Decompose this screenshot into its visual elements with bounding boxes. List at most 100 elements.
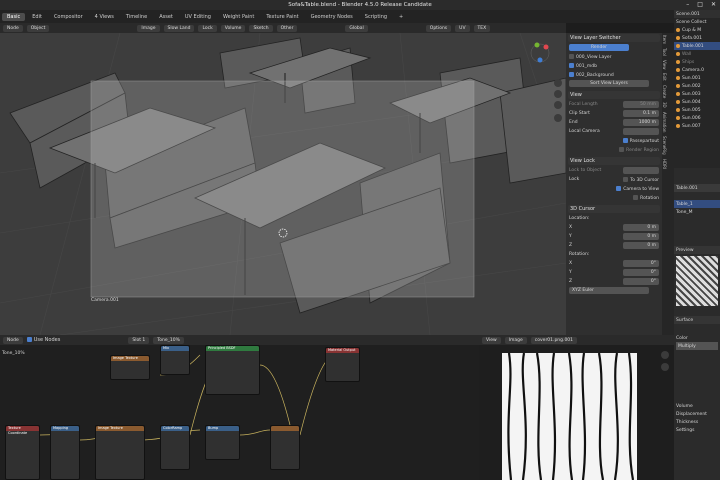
node-editor[interactable]: Tone_10% Texture Coordinate Mapping Imag…: [0, 345, 479, 480]
rotation-lock-checkbox[interactable]: Rotation: [633, 194, 659, 201]
list-item[interactable]: Sun.004: [674, 98, 720, 106]
to-3d-cursor-checkbox[interactable]: To 3D Cursor: [623, 176, 659, 183]
tab-animation[interactable]: Animation: [662, 110, 667, 134]
tab-item[interactable]: Item: [662, 33, 667, 46]
volume-panel-title[interactable]: Volume: [674, 402, 720, 410]
scene-selector[interactable]: Scene.001: [674, 10, 720, 18]
list-item[interactable]: Table.001: [674, 42, 720, 50]
tab-view[interactable]: View: [662, 58, 667, 72]
maximize-icon[interactable]: □: [697, 0, 703, 10]
slot-select[interactable]: Slot 1: [128, 336, 150, 344]
clip-start-field[interactable]: 0.1 m: [623, 110, 659, 117]
surface-panel-title[interactable]: Surface: [674, 316, 720, 324]
list-item[interactable]: Sofa.001: [674, 34, 720, 42]
list-item[interactable]: Wall: [674, 50, 720, 58]
header-node-menu[interactable]: Node: [3, 24, 23, 32]
node-image-texture[interactable]: Image Texture: [95, 425, 145, 480]
tab-hdri[interactable]: HDRI: [662, 157, 667, 171]
minimize-icon[interactable]: –: [686, 0, 689, 10]
layer-row[interactable]: 000_View Layer: [566, 52, 662, 61]
node-menu[interactable]: Node: [3, 336, 23, 344]
list-item[interactable]: Cup & M: [674, 26, 720, 34]
viewport-other-button[interactable]: Other: [276, 24, 298, 32]
blend-mode-select[interactable]: Multiply: [676, 342, 718, 350]
passepartout-checkbox[interactable]: Passepartout: [622, 137, 659, 144]
viewport-image-button[interactable]: Image: [137, 24, 160, 32]
viewport-slowland-button[interactable]: Slow Land: [163, 24, 195, 32]
add-workspace-button[interactable]: +: [394, 13, 408, 21]
layer-row[interactable]: 002_Background: [566, 70, 662, 79]
lock-object-field[interactable]: [623, 167, 659, 174]
render-region-checkbox[interactable]: Render Region: [619, 146, 659, 153]
clip-end-field[interactable]: 1000 m: [623, 119, 659, 126]
list-item[interactable]: Scene Collect: [674, 18, 720, 26]
node-colorramp[interactable]: ColorRamp: [160, 425, 190, 470]
transform-orientation-select[interactable]: Global: [345, 24, 368, 32]
rotation-mode-select[interactable]: XYZ Euler: [569, 287, 649, 294]
cursor-loc-y[interactable]: 0 m: [623, 233, 659, 240]
uv-button[interactable]: UV: [455, 24, 470, 32]
render-button[interactable]: Render: [569, 44, 629, 51]
material-select[interactable]: Tone_10%: [153, 336, 184, 344]
cursor-rot-x[interactable]: 0°: [623, 260, 659, 267]
list-item[interactable]: Ships: [674, 58, 720, 66]
node-mapping[interactable]: Mapping: [50, 425, 80, 480]
node-texture-coordinate[interactable]: Texture Coordinate: [5, 425, 40, 480]
cursor-rot-y[interactable]: 0°: [623, 269, 659, 276]
node-image-texture[interactable]: Image Texture: [110, 355, 150, 380]
thickness-panel-title[interactable]: Thickness: [674, 418, 720, 426]
image-view-menu[interactable]: View: [482, 336, 501, 344]
list-item[interactable]: Sun.007: [674, 122, 720, 130]
tab-timeline[interactable]: Timeline: [121, 13, 152, 21]
image-editor[interactable]: [479, 345, 674, 480]
tab-weight-paint[interactable]: Weight Paint: [218, 13, 259, 21]
tab-edit[interactable]: Edit: [27, 13, 47, 21]
3d-viewport[interactable]: Camera.001: [0, 33, 566, 335]
tab-basic[interactable]: Basic: [2, 12, 26, 21]
list-item[interactable]: Sun.003: [674, 90, 720, 98]
cursor-loc-z[interactable]: 0 m: [623, 242, 659, 249]
view-layer-switcher-title[interactable]: View Layer Switcher: [568, 34, 660, 42]
list-item[interactable]: Camera.0: [674, 66, 720, 74]
node-bump[interactable]: Bump: [205, 425, 240, 460]
node-principled-bsdf[interactable]: Principled BSDF: [205, 345, 260, 395]
focal-length-field[interactable]: 50 mm: [623, 101, 659, 108]
tab-3d[interactable]: 3D: [662, 100, 667, 110]
options-menu[interactable]: Options: [425, 24, 452, 32]
tab-tool[interactable]: Tool: [662, 46, 667, 58]
list-item[interactable]: Sun.005: [674, 106, 720, 114]
node-mix[interactable]: Mix: [160, 345, 190, 375]
tab-create[interactable]: Create: [662, 83, 667, 100]
layer-row[interactable]: 001_mdb: [566, 61, 662, 70]
use-nodes-checkbox[interactable]: Use Nodes: [26, 337, 60, 343]
image-browse-select[interactable]: cover01.png.001: [530, 336, 578, 344]
tab-texture-paint[interactable]: Texture Paint: [261, 13, 303, 21]
view-lock-title[interactable]: View Lock: [568, 157, 660, 165]
tab-scenerig[interactable]: SceneRig: [662, 134, 667, 157]
sort-view-layers-button[interactable]: Sort View Layers: [569, 80, 649, 87]
tab-scripting[interactable]: Scripting: [360, 13, 392, 21]
material-slot[interactable]: Tone_M: [674, 208, 720, 216]
tab-compositor[interactable]: Compositor: [49, 13, 88, 21]
tex-button[interactable]: TEX: [473, 24, 491, 32]
cursor-loc-x[interactable]: 0 m: [623, 224, 659, 231]
tab-geometry-nodes[interactable]: Geometry Nodes: [306, 13, 358, 21]
tab-edit-side[interactable]: Edit: [662, 71, 667, 83]
tab-4-views[interactable]: 4 Views: [90, 13, 119, 21]
list-item[interactable]: Sun.002: [674, 82, 720, 90]
object-name-field[interactable]: Table.001: [674, 184, 720, 192]
local-camera-field[interactable]: [623, 128, 659, 135]
3d-cursor-title[interactable]: 3D Cursor: [568, 205, 660, 213]
material-slot[interactable]: Table_1: [674, 200, 720, 208]
viewport-lock-button[interactable]: Lock: [198, 24, 217, 32]
settings-panel-title[interactable]: Settings: [674, 426, 720, 434]
tab-asset[interactable]: Asset: [154, 13, 178, 21]
node-material-output[interactable]: Material Output: [325, 347, 360, 382]
header-object-menu[interactable]: Object: [26, 24, 50, 32]
view-section-title[interactable]: View: [568, 91, 660, 99]
list-item[interactable]: Sun.001: [674, 74, 720, 82]
cursor-rot-z[interactable]: 0°: [623, 278, 659, 285]
camera-to-view-checkbox[interactable]: Camera to View: [616, 185, 659, 192]
viewport-volume-button[interactable]: Volume: [220, 24, 246, 32]
close-icon[interactable]: ✕: [711, 0, 716, 10]
